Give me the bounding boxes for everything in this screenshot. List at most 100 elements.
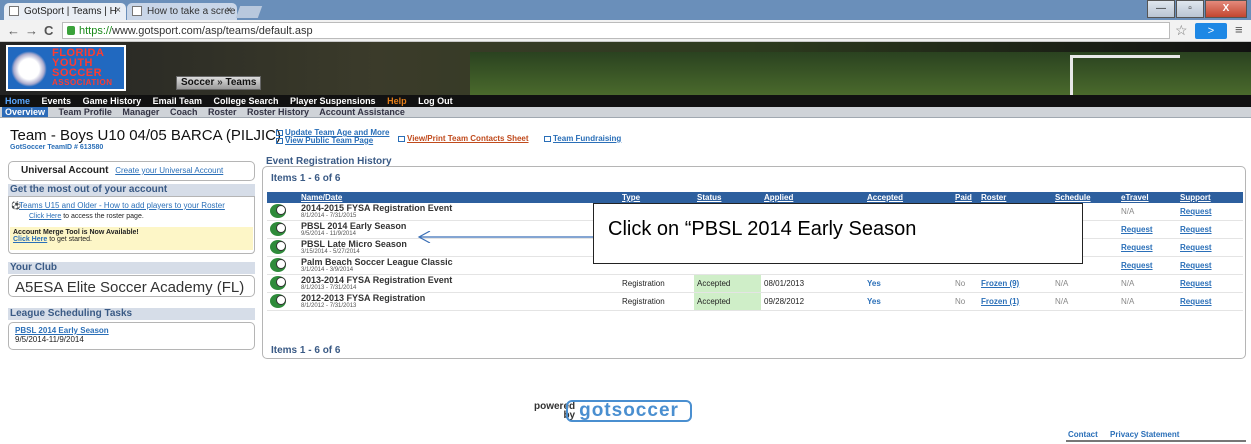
tab-label: GotSport | Teams | H [24,6,117,17]
stadium-image [470,52,1251,103]
get-most-heading: Get the most out of your account [8,184,255,196]
forward-icon[interactable]: → [25,23,38,38]
col-roster[interactable]: Roster [978,192,1052,203]
col-support[interactable]: Support [1177,192,1243,203]
bookmark-star-icon[interactable]: ☆ [1175,22,1188,39]
tab-coach[interactable]: Coach [170,107,198,117]
etravel-request-link[interactable]: Request [1121,243,1153,252]
minimize-button[interactable]: — [1147,0,1175,18]
back-icon[interactable]: ← [7,23,20,38]
new-tab-button[interactable] [235,6,263,18]
privacy-statement-link[interactable]: Privacy Statement [1110,430,1179,439]
fundraising-icon [544,135,551,142]
etravel-request-link[interactable]: Request [1121,261,1153,270]
support-request-link[interactable]: Request [1180,261,1212,270]
roster-click-here-link[interactable]: Click Here [29,213,61,220]
page-icon [9,6,19,16]
get-most-box: ⚽ Teams U15 and Older - How to add playe… [8,196,255,254]
support-request-link[interactable]: Request [1180,243,1212,252]
table-row: 2013-2014 FYSA Registration Event 8/1/201… [267,274,1243,293]
col-type[interactable]: Type [619,192,694,203]
col-applied[interactable]: Applied [761,192,864,203]
tab-overview[interactable]: Overview [2,107,49,117]
reload-icon[interactable]: C [44,23,53,38]
tab-roster-history[interactable]: Roster History [247,107,309,117]
col-name-date[interactable]: Name/Date [298,192,619,203]
fundraising-link[interactable]: Team Fundraising [544,135,621,143]
event-clock-icon [270,221,286,236]
print-icon [398,135,405,142]
col-accepted[interactable]: Accepted [864,192,952,203]
nav-player-suspensions[interactable]: Player Suspensions [290,96,376,106]
menu-icon[interactable]: ≡ [1235,22,1243,37]
callout-arrow [417,231,593,243]
nav-game-history[interactable]: Game History [83,96,142,106]
tab-team-profile[interactable]: Team Profile [59,107,112,117]
event-clock-icon [270,275,286,290]
nav-email-team[interactable]: Email Team [153,96,202,106]
nav-home[interactable]: Home [5,96,30,106]
edit-icon [276,137,283,144]
league-task-link[interactable]: PBSL 2014 Early Season [15,326,254,335]
close-tab-icon[interactable]: × [226,5,232,16]
merge-click-here-link[interactable]: Click Here [13,236,47,243]
support-request-link[interactable]: Request [1180,279,1212,288]
contact-link[interactable]: Contact [1068,430,1098,439]
gotsoccer-logo[interactable]: gotsoccer [566,400,692,422]
col-etravel[interactable]: eTravel [1118,192,1177,203]
league-tasks-box: PBSL 2014 Early Season 9/5/2014-11/9/201… [8,322,255,350]
support-request-link[interactable]: Request [1180,225,1212,234]
close-tab-icon[interactable]: × [115,5,121,16]
lock-icon [67,26,75,35]
event-name-pbsl-2014-early[interactable]: PBSL 2014 Early Season [301,221,616,231]
extension-button[interactable]: > [1195,23,1227,39]
event-clock-icon [270,239,286,254]
view-public-page-link[interactable]: View Public Team Page [276,137,389,145]
tab-screenshot-howto[interactable]: How to take a scree × [127,3,237,20]
items-count-bottom: Items 1 - 6 of 6 [271,345,341,356]
sub-nav: Overview Team Profile Manager Coach Rost… [0,107,1251,118]
universal-account-box: Universal Account Create your Universal … [8,161,255,181]
tab-account-assistance[interactable]: Account Assistance [319,107,405,117]
support-request-link[interactable]: Request [1180,207,1212,216]
event-name[interactable]: Palm Beach Soccer League Classic [301,257,616,267]
event-name[interactable]: 2012-2013 FYSA Registration [301,293,616,303]
tab-manager[interactable]: Manager [122,107,159,117]
tab-roster[interactable]: Roster [208,107,237,117]
page-title: Team - Boys U10 04/05 BARCA (PILJIC) [10,127,281,144]
status-badge: Accepted [694,292,761,311]
tab-gotsport[interactable]: GotSport | Teams | H × [4,3,126,20]
items-count: Items 1 - 6 of 6 [271,173,341,184]
roster-help-link[interactable]: Teams U15 and Older - How to add players… [19,201,225,210]
support-request-link[interactable]: Request [1180,297,1212,306]
merge-notice: Account Merge Tool is Now Available! Cli… [10,227,253,250]
soccer-ball-icon [11,51,47,87]
nav-events[interactable]: Events [42,96,72,106]
col-status[interactable]: Status [694,192,761,203]
event-clock-icon [270,203,286,218]
edit-icon [276,129,283,136]
event-name[interactable]: 2013-2014 FYSA Registration Event [301,275,616,285]
nav-log-out[interactable]: Log Out [418,96,453,106]
nav-help[interactable]: Help [387,96,407,106]
chevron-right-icon: » [217,77,223,88]
main-nav: Home Events Game History Email Team Coll… [0,95,1251,107]
close-window-button[interactable]: X [1205,0,1247,18]
maximize-button[interactable]: ▫ [1176,0,1204,18]
etravel-request-link[interactable]: Request [1121,225,1153,234]
nav-college-search[interactable]: College Search [213,96,278,106]
breadcrumb-teams[interactable]: Teams [225,77,256,88]
status-badge: Accepted [694,274,761,293]
col-paid[interactable]: Paid [952,192,978,203]
contacts-sheet-link[interactable]: View/Print Team Contacts Sheet [398,135,529,143]
roster-frozen-link[interactable]: Frozen (9) [981,279,1019,288]
create-universal-account-link[interactable]: Create your Universal Account [115,166,223,175]
instruction-callout: Click on “PBSL 2014 Early Season [593,203,1083,264]
roster-frozen-link[interactable]: Frozen (1) [981,297,1019,306]
event-name[interactable]: 2014-2015 FYSA Registration Event [301,203,616,213]
col-schedule[interactable]: Schedule [1052,192,1118,203]
fysa-logo[interactable]: FLORIDA YOUTH SOCCER ASSOCIATION [6,45,126,91]
tab-label: How to take a scree [147,6,236,17]
breadcrumb-soccer[interactable]: Soccer [181,77,214,88]
url-input[interactable]: https://www.gotsport.com/asp/teams/defau… [62,22,1170,39]
